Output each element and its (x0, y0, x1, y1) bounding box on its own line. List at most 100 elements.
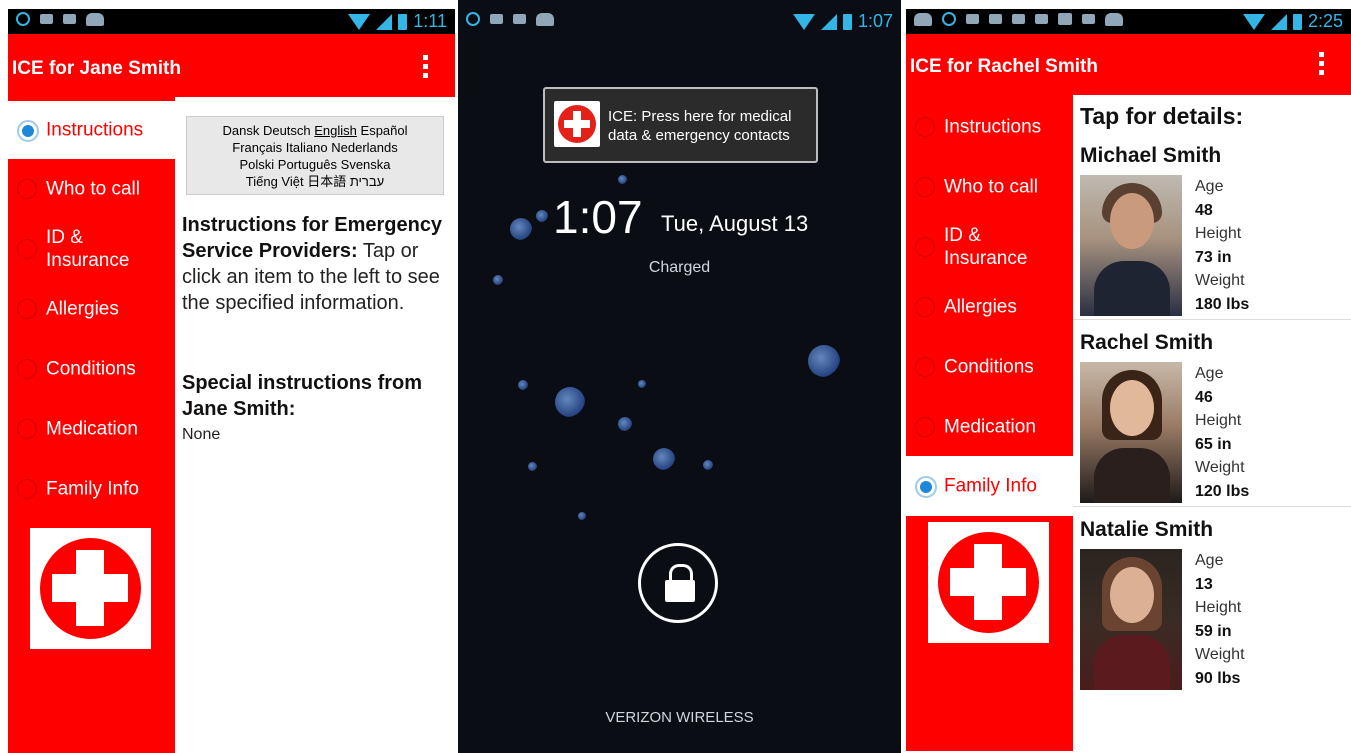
screen-lockscreen: 1:07 ICE: Press here for medical data & … (458, 0, 901, 753)
sidebar-item-medication[interactable]: Medication (8, 401, 175, 457)
screen-rachel-smith-family: 2:25 ICE for Rachel Smith Instructions W… (906, 0, 1351, 753)
battery-icon (1292, 13, 1302, 30)
sidebar-item-instructions[interactable]: Instructions (906, 99, 1073, 155)
android-icon (86, 12, 104, 26)
ice-notification-button[interactable]: ICE: Press here for medical data & emerg… (543, 87, 818, 163)
radio-icon (915, 117, 935, 137)
notification-line: data & emergency contacts (608, 127, 790, 144)
email-icon (1035, 14, 1048, 24)
sidebar-item-label: Who to call (944, 176, 1038, 198)
android-icon (1105, 12, 1123, 26)
unlock-button[interactable] (638, 543, 718, 623)
sidebar-item-instructions[interactable]: Instructions (8, 101, 175, 159)
signal-icon (376, 13, 393, 30)
sidebar: Instructions Who to call ID & Insurance … (8, 97, 175, 753)
sidebar-item-who-to-call[interactable]: Who to call (906, 159, 1073, 215)
radio-icon (915, 417, 935, 437)
radio-icon (17, 479, 37, 499)
ice-logo (30, 528, 151, 649)
radio-icon (17, 179, 37, 199)
email-icon (490, 14, 503, 24)
sidebar-item-label: Conditions (944, 356, 1034, 378)
email-icon (63, 14, 76, 24)
app-bar: ICE for Rachel Smith (906, 34, 1351, 95)
overflow-menu-icon[interactable] (1319, 52, 1325, 78)
language-link[interactable]: Español (361, 123, 408, 138)
app-title: ICE for Rachel Smith (910, 56, 1098, 77)
language-links[interactable]: Tiếng Việt 日本語 עברית (187, 173, 443, 190)
ice-logo (928, 522, 1049, 643)
sidebar-item-allergies[interactable]: Allergies (906, 279, 1073, 335)
app-title: ICE for Jane Smith (12, 58, 181, 79)
phone-icon (1058, 13, 1072, 25)
sidebar-item-id-insurance[interactable]: ID & Insurance (906, 219, 1073, 275)
height-label: Height (1195, 412, 1242, 429)
radio-icon (915, 237, 935, 257)
status-bar: 2:25 (906, 9, 1351, 34)
height-value: 73 in (1195, 248, 1232, 266)
email-icon (989, 14, 1002, 24)
language-link[interactable]: Dansk Deutsch (222, 123, 310, 138)
sidebar-item-conditions[interactable]: Conditions (906, 339, 1073, 395)
status-clock: 2:25 (1307, 11, 1343, 31)
carrier-label: VERIZON WIRELESS (605, 709, 754, 726)
weight-label: Weight (1195, 459, 1245, 476)
sidebar-item-label: Medication (944, 416, 1036, 438)
age-value: 13 (1195, 575, 1213, 593)
lockscreen-date: Tue, August 13 (661, 211, 809, 236)
sidebar-item-label: ID & Insurance (944, 225, 1028, 269)
member-photo (1080, 549, 1182, 690)
email-icon (1012, 14, 1025, 24)
member-name: Rachel Smith (1080, 331, 1214, 354)
weight-value: 180 lbs (1195, 295, 1250, 313)
radio-icon (915, 177, 935, 197)
sidebar-item-who-to-call[interactable]: Who to call (8, 161, 175, 217)
notification-line: ICE: Press here for medical (608, 108, 792, 125)
sidebar-item-family-info[interactable]: Family Info (906, 456, 1073, 516)
sidebar-item-medication[interactable]: Medication (906, 399, 1073, 455)
radio-icon (17, 299, 37, 319)
height-label: Height (1195, 225, 1242, 242)
weight-value: 90 lbs (1195, 669, 1241, 687)
sidebar-item-allergies[interactable]: Allergies (8, 281, 175, 337)
member-photo (1080, 175, 1182, 316)
language-link-current[interactable]: English (314, 123, 357, 138)
height-value: 59 in (1195, 622, 1232, 640)
member-photo (1080, 362, 1182, 503)
sidebar-item-label: Medication (46, 418, 138, 440)
age-label: Age (1195, 178, 1224, 195)
language-selector: Dansk Deutsch English Español Français I… (186, 116, 444, 195)
status-bar: 1:07 (458, 9, 901, 34)
member-name: Natalie Smith (1080, 518, 1214, 541)
instructions-text: Instructions for Emergency Service Provi… (182, 212, 452, 316)
sidebar-item-label: Instructions (944, 116, 1042, 138)
member-stats: Age 48 Height 73 in Weight 180 lbs (1195, 175, 1249, 316)
family-member-card[interactable]: Rachel Smith Age 46 Height 65 in Weight … (1073, 329, 1351, 516)
battery-icon (398, 13, 408, 30)
email-icon (513, 14, 526, 24)
member-stats: Age 46 Height 65 in Weight 120 lbs (1195, 362, 1249, 503)
radio-icon (17, 419, 37, 439)
sidebar-item-id-insurance[interactable]: ID & Insurance (8, 221, 175, 277)
family-member-card[interactable]: Natalie Smith Age 13 Height 59 in Weight… (1073, 516, 1351, 703)
divider (1073, 319, 1351, 320)
height-value: 65 in (1195, 435, 1232, 453)
medical-cross-icon (554, 101, 600, 147)
language-links[interactable]: Polski Português Svenska (187, 156, 443, 173)
age-label: Age (1195, 552, 1224, 569)
sidebar-item-family-info[interactable]: Family Info (8, 461, 175, 517)
age-value: 48 (1195, 201, 1213, 219)
overflow-menu-icon[interactable] (423, 55, 429, 81)
radio-icon (915, 297, 935, 317)
sidebar-item-label: Family Info (46, 478, 139, 500)
sidebar-item-conditions[interactable]: Conditions (8, 341, 175, 397)
photo-icon (914, 12, 932, 26)
signal-icon (820, 13, 837, 30)
radio-icon (17, 239, 37, 259)
wifi-icon (1242, 13, 1265, 30)
weight-label: Weight (1195, 272, 1245, 289)
sidebar-item-label: Who to call (46, 178, 140, 200)
language-links[interactable]: Français Italiano Nederlands (187, 139, 443, 156)
age-value: 46 (1195, 388, 1213, 406)
family-member-card[interactable]: Michael Smith Age 48 Height 73 in Weight… (1073, 142, 1351, 329)
